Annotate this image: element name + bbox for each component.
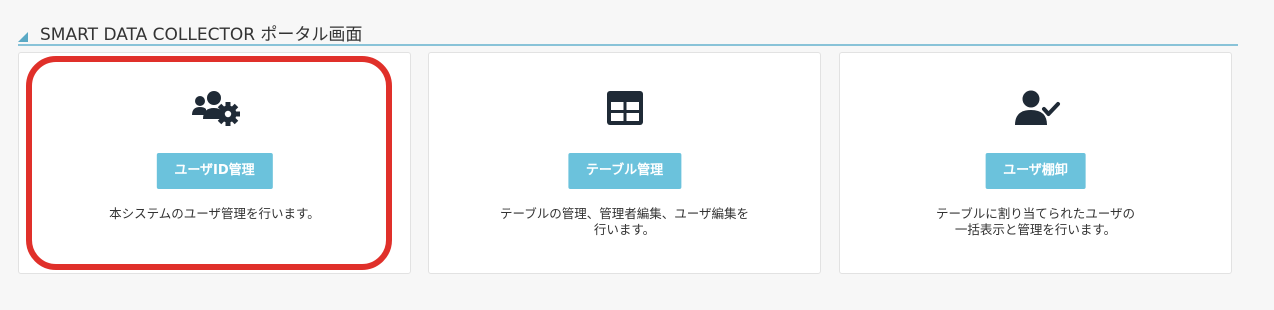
card-user-id-management: ユーザID管理 本システムのユーザ管理を行います。: [18, 52, 411, 274]
section-header: SMART DATA COLLECTOR ポータル画面: [18, 12, 1238, 46]
portal-page: SMART DATA COLLECTOR ポータル画面 ユーザID管理 本システ…: [0, 0, 1274, 310]
card-table-management: テーブル管理 テーブルの管理、管理者編集、ユーザ編集を 行います。: [428, 52, 821, 274]
card-description: テーブルに割り当てられたユーザの 一括表示と管理を行います。: [935, 206, 1135, 237]
user-check-icon: [1011, 87, 1061, 129]
card-description: テーブルの管理、管理者編集、ユーザ編集を 行います。: [499, 206, 749, 237]
user-inventory-button[interactable]: ユーザ棚卸: [985, 153, 1086, 189]
page-title: SMART DATA COLLECTOR ポータル画面: [40, 25, 363, 45]
table-management-button[interactable]: テーブル管理: [567, 153, 682, 189]
card-description: 本システムのユーザ管理を行います。: [109, 206, 320, 221]
card-user-inventory: ユーザ棚卸 テーブルに割り当てられたユーザの 一括表示と管理を行います。: [839, 52, 1232, 274]
user-id-management-button[interactable]: ユーザID管理: [156, 153, 273, 189]
header-corner-marker: [18, 32, 28, 42]
users-gear-icon: [190, 87, 240, 129]
table-icon: [600, 87, 650, 129]
